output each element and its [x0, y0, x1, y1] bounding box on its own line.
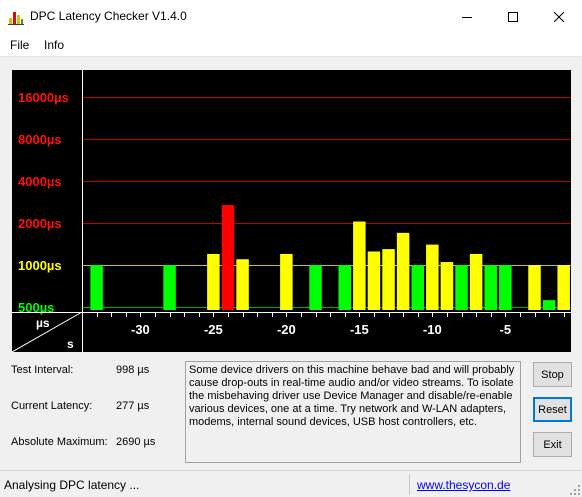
- close-button[interactable]: [536, 0, 582, 33]
- minimize-icon: [462, 16, 472, 18]
- status-separator: [409, 474, 410, 495]
- latency-bar: [367, 251, 381, 310]
- resize-grip-icon[interactable]: [570, 485, 580, 495]
- close-icon: [554, 11, 564, 22]
- x-tick-label: -15: [350, 322, 369, 337]
- reset-button[interactable]: Reset: [533, 397, 572, 422]
- latency-bar: [396, 232, 410, 310]
- latency-bar: [338, 265, 351, 310]
- latency-bar: [309, 265, 322, 310]
- latency-bar: [280, 253, 293, 310]
- x-tick-label: -10: [423, 322, 442, 337]
- latency-bar: [440, 262, 454, 310]
- menu-info[interactable]: Info: [44, 38, 64, 52]
- stop-button[interactable]: Stop: [533, 362, 572, 387]
- latency-chart: 16000µs8000µs4000µs2000µs1000µs500µsµss-…: [12, 70, 571, 352]
- test-interval-value: 998 µs: [116, 364, 150, 376]
- axis-corner-y-unit: µs: [36, 316, 50, 330]
- exit-button[interactable]: Exit: [533, 432, 572, 457]
- latency-bar: [236, 259, 249, 310]
- minimize-button[interactable]: [444, 0, 490, 33]
- chart-panel: 16000µs 8000µs 4000µs 2000µs 1000µs 500µs µs s -…: [0, 58, 582, 354]
- maximize-icon: [508, 11, 518, 22]
- window-title: DPC Latency Checker V1.4.0: [30, 9, 187, 23]
- latency-bar: [353, 221, 366, 310]
- title-bar: DPC Latency Checker V1.4.0: [0, 0, 582, 33]
- latency-bar: [484, 265, 497, 310]
- maximize-button[interactable]: [490, 0, 536, 33]
- website-link[interactable]: www.thesycon.de: [417, 478, 510, 492]
- latency-bar: [499, 265, 512, 310]
- x-tick-label: -5: [500, 322, 512, 337]
- menu-file[interactable]: File: [10, 38, 29, 52]
- status-text: Analysing DPC latency ...: [4, 478, 140, 492]
- x-tick-label: -25: [204, 322, 223, 337]
- y-tick-label: 2000µs: [18, 216, 62, 231]
- latency-bar: [221, 205, 235, 310]
- status-message: Some device drivers on this machine beha…: [185, 361, 521, 463]
- current-latency-value: 277 µs: [116, 400, 150, 412]
- latency-bar: [528, 265, 541, 310]
- x-tick-label: -30: [131, 322, 150, 337]
- absolute-maximum-label: Absolute Maximum:: [11, 436, 108, 448]
- absolute-maximum-value: 2690 µs: [116, 436, 156, 448]
- latency-bar: [382, 249, 395, 310]
- axis-corner-x-unit: s: [67, 337, 74, 351]
- current-latency-label: Current Latency:: [11, 400, 93, 412]
- test-interval-label: Test Interval:: [11, 364, 74, 376]
- latency-bar: [455, 265, 468, 310]
- latency-bar: [426, 244, 439, 310]
- latency-bar: [411, 265, 424, 310]
- latency-bar: [469, 253, 483, 310]
- latency-bar: [207, 253, 220, 310]
- status-bar: Analysing DPC latency ... www.thesycon.d…: [0, 470, 582, 497]
- y-tick-label: 16000µs: [18, 90, 69, 105]
- y-tick-label: 8000µs: [18, 132, 62, 147]
- latency-bar: [163, 265, 176, 310]
- latency-bar: [542, 300, 556, 310]
- x-tick-label: -20: [277, 322, 296, 337]
- menu-bar: File Info: [0, 33, 582, 57]
- latency-bar: [90, 265, 103, 310]
- app-icon: [8, 9, 24, 25]
- y-tick-label: 4000µs: [18, 174, 62, 189]
- y-tick-label: 1000µs: [18, 258, 62, 273]
- latency-bar: [557, 265, 570, 310]
